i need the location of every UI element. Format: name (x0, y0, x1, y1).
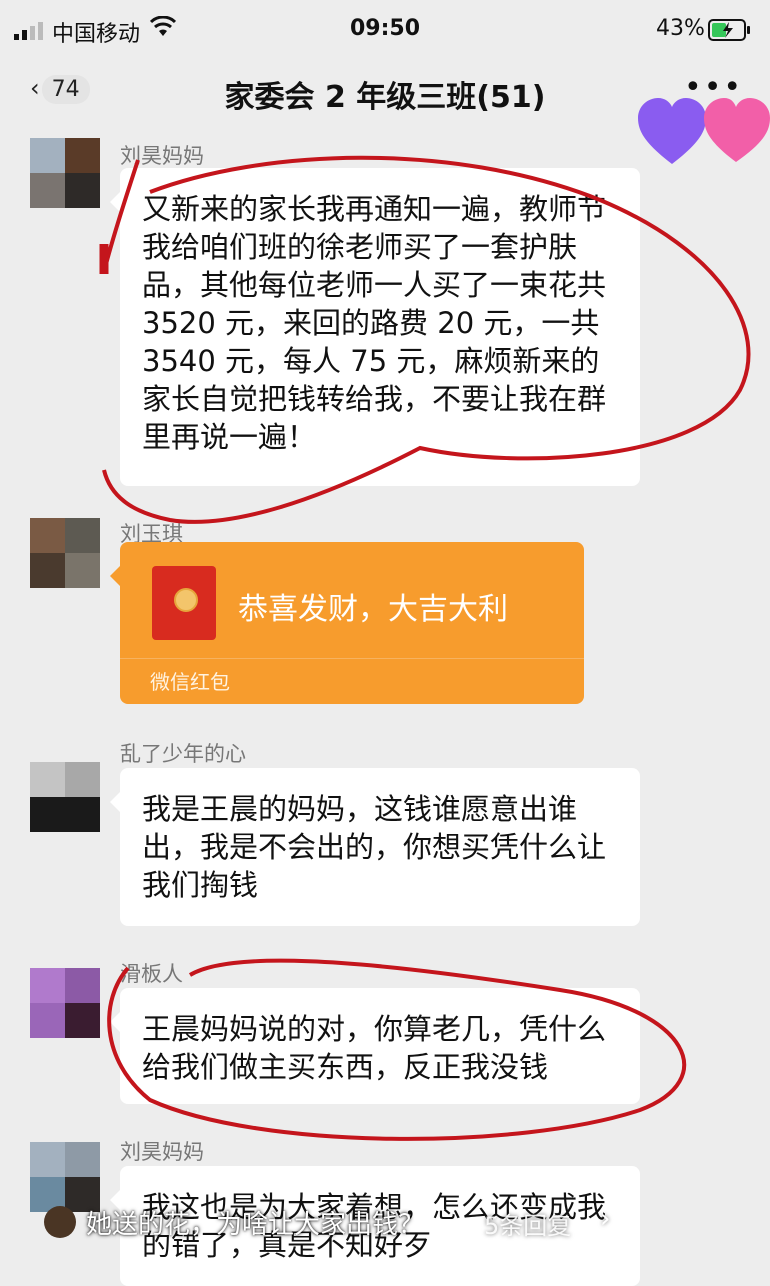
message-bubble[interactable]: 王晨妈妈说的对，你算老几，凭什么给我们做主买东西，反正我没钱 (110, 988, 640, 1104)
comment-caption: 她送的花，为啥让大家出钱？ (86, 1210, 425, 1240)
avatar[interactable] (30, 518, 100, 588)
red-envelope-icon (152, 566, 216, 640)
clock: 09:50 (349, 16, 421, 41)
sender-name: 滑板人 (120, 962, 183, 986)
avatar[interactable] (30, 138, 100, 208)
red-packet-greeting: 恭喜发财，大吉大利 (238, 592, 508, 627)
battery-charging-icon (708, 19, 750, 41)
sender-name: 刘昊妈妈 (120, 1140, 204, 1164)
sender-name: 刘昊妈妈 (120, 144, 204, 168)
chevron-right-icon: › (600, 1204, 611, 1234)
hearts-sticker-icon (638, 98, 770, 164)
battery-percentage: 43% (656, 16, 705, 41)
avatar[interactable] (30, 968, 100, 1038)
comment-overlay[interactable]: 她送的花，为啥让大家出钱？ 5条回复 › (40, 1200, 660, 1244)
replies-count[interactable]: 5条回复 (484, 1206, 571, 1241)
sender-name: 乱了少年的心 (120, 742, 246, 766)
message-bubble[interactable]: 我是王晨的妈妈，这钱谁愿意出谁出，我是不会出的，你想买凭什么让我们掏钱 (110, 768, 640, 926)
divider (120, 658, 584, 659)
avatar (44, 1206, 76, 1238)
message-bubble[interactable]: 又新来的家长我再通知一遍，教师节我给咱们班的徐老师买了一套护肤品，其他每位老师一… (110, 168, 640, 486)
red-packet-card[interactable]: 恭喜发财，大吉大利 微信红包 (110, 542, 584, 704)
red-packet-label: 微信红包 (150, 670, 230, 694)
avatar[interactable] (30, 762, 100, 832)
status-bar: 中国移动 09:50 43% (0, 0, 770, 58)
